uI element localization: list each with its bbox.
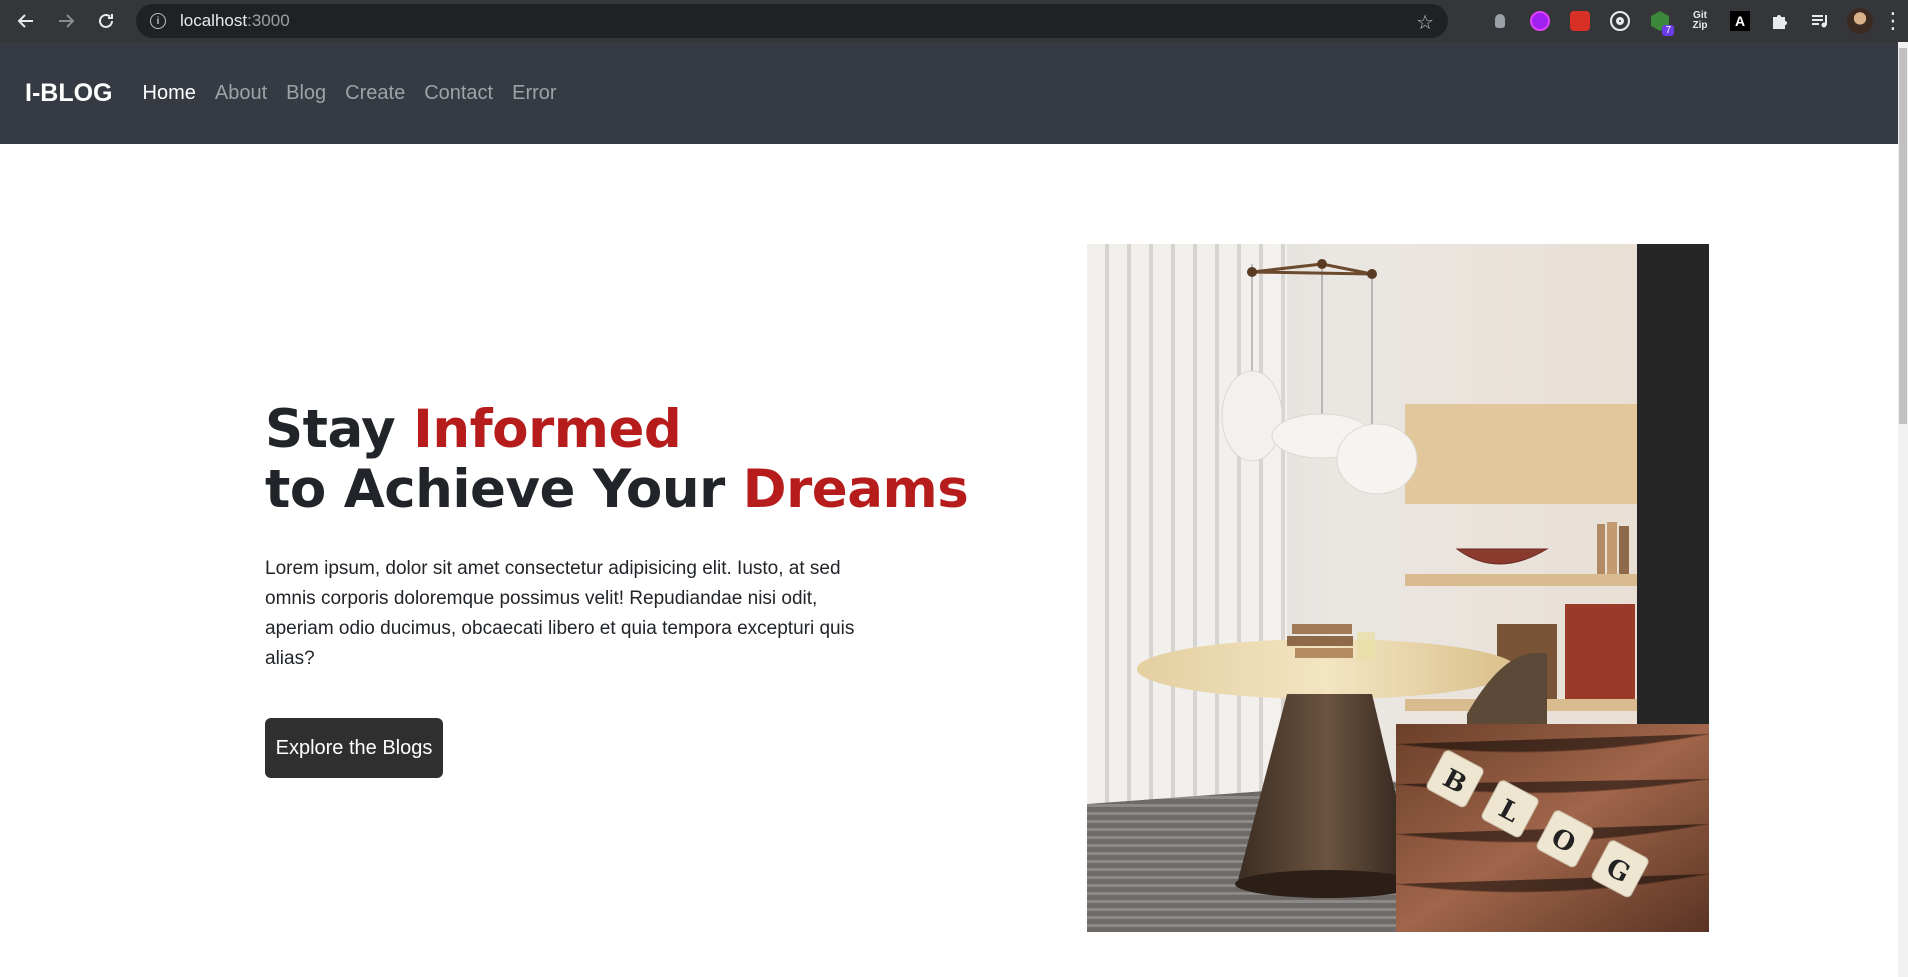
page-scrollbar[interactable]	[1898, 42, 1908, 977]
nav-link-create[interactable]: Create	[345, 82, 405, 105]
arrow-left-icon	[17, 14, 33, 28]
nav-link-error[interactable]: Error	[512, 82, 556, 105]
hero-dark-panel	[1637, 244, 1709, 724]
extension-badge: 7	[1662, 25, 1674, 36]
blog-tiles-image: B L O G	[1396, 724, 1709, 932]
extension-red-icon[interactable]	[1560, 0, 1600, 42]
hero-title-accent-dreams: Dreams	[742, 459, 969, 520]
brand-logo[interactable]: I-BLOG	[25, 79, 113, 108]
extension-a-icon[interactable]: A	[1720, 0, 1760, 42]
extension-gitzip-icon[interactable]: Git Zip	[1680, 0, 1720, 42]
arrow-right-icon	[59, 14, 75, 28]
puzzle-icon[interactable]	[1760, 0, 1800, 42]
reload-icon	[99, 13, 113, 28]
media-list-icon[interactable]	[1800, 0, 1840, 42]
reload-button[interactable]	[86, 0, 126, 42]
address-bar[interactable]: i localhost:3000 ☆	[136, 4, 1448, 38]
kebab-menu-icon[interactable]: ⋮	[1880, 0, 1906, 42]
url-text: localhost:3000	[180, 11, 290, 30]
browser-toolbar: i localhost:3000 ☆ 7 Git Zip A ⋮	[0, 0, 1908, 42]
extensions-bar: 7 Git Zip A ⋮	[1480, 0, 1906, 42]
extension-node-icon[interactable]: 7	[1640, 0, 1680, 42]
nav-link-contact[interactable]: Contact	[424, 82, 493, 105]
back-button[interactable]	[6, 0, 46, 42]
scrollbar-thumb[interactable]	[1899, 48, 1907, 424]
explore-blogs-button[interactable]: Explore the Blogs	[265, 718, 443, 778]
extension-target-icon[interactable]	[1600, 0, 1640, 42]
nav-link-about[interactable]: About	[215, 82, 267, 105]
forward-button[interactable]	[46, 0, 86, 42]
nav-link-blog[interactable]: Blog	[286, 82, 326, 105]
profile-avatar[interactable]	[1840, 0, 1880, 42]
site-navbar: I-BLOG Home About Blog Create Contact Er…	[0, 42, 1898, 144]
nav-link-home[interactable]: Home	[143, 82, 196, 105]
extension-dropper-icon[interactable]	[1480, 0, 1520, 42]
bookmark-star-icon[interactable]: ☆	[1416, 10, 1434, 35]
hero-title-accent-informed: Informed	[413, 399, 682, 460]
hero-title: Stay Informed to Achieve Your Dreams	[265, 399, 969, 520]
hero-paragraph: Lorem ipsum, dolor sit amet consectetur …	[265, 558, 855, 669]
site-info-icon[interactable]: i	[150, 13, 166, 29]
extension-purple-icon[interactable]	[1520, 0, 1560, 42]
